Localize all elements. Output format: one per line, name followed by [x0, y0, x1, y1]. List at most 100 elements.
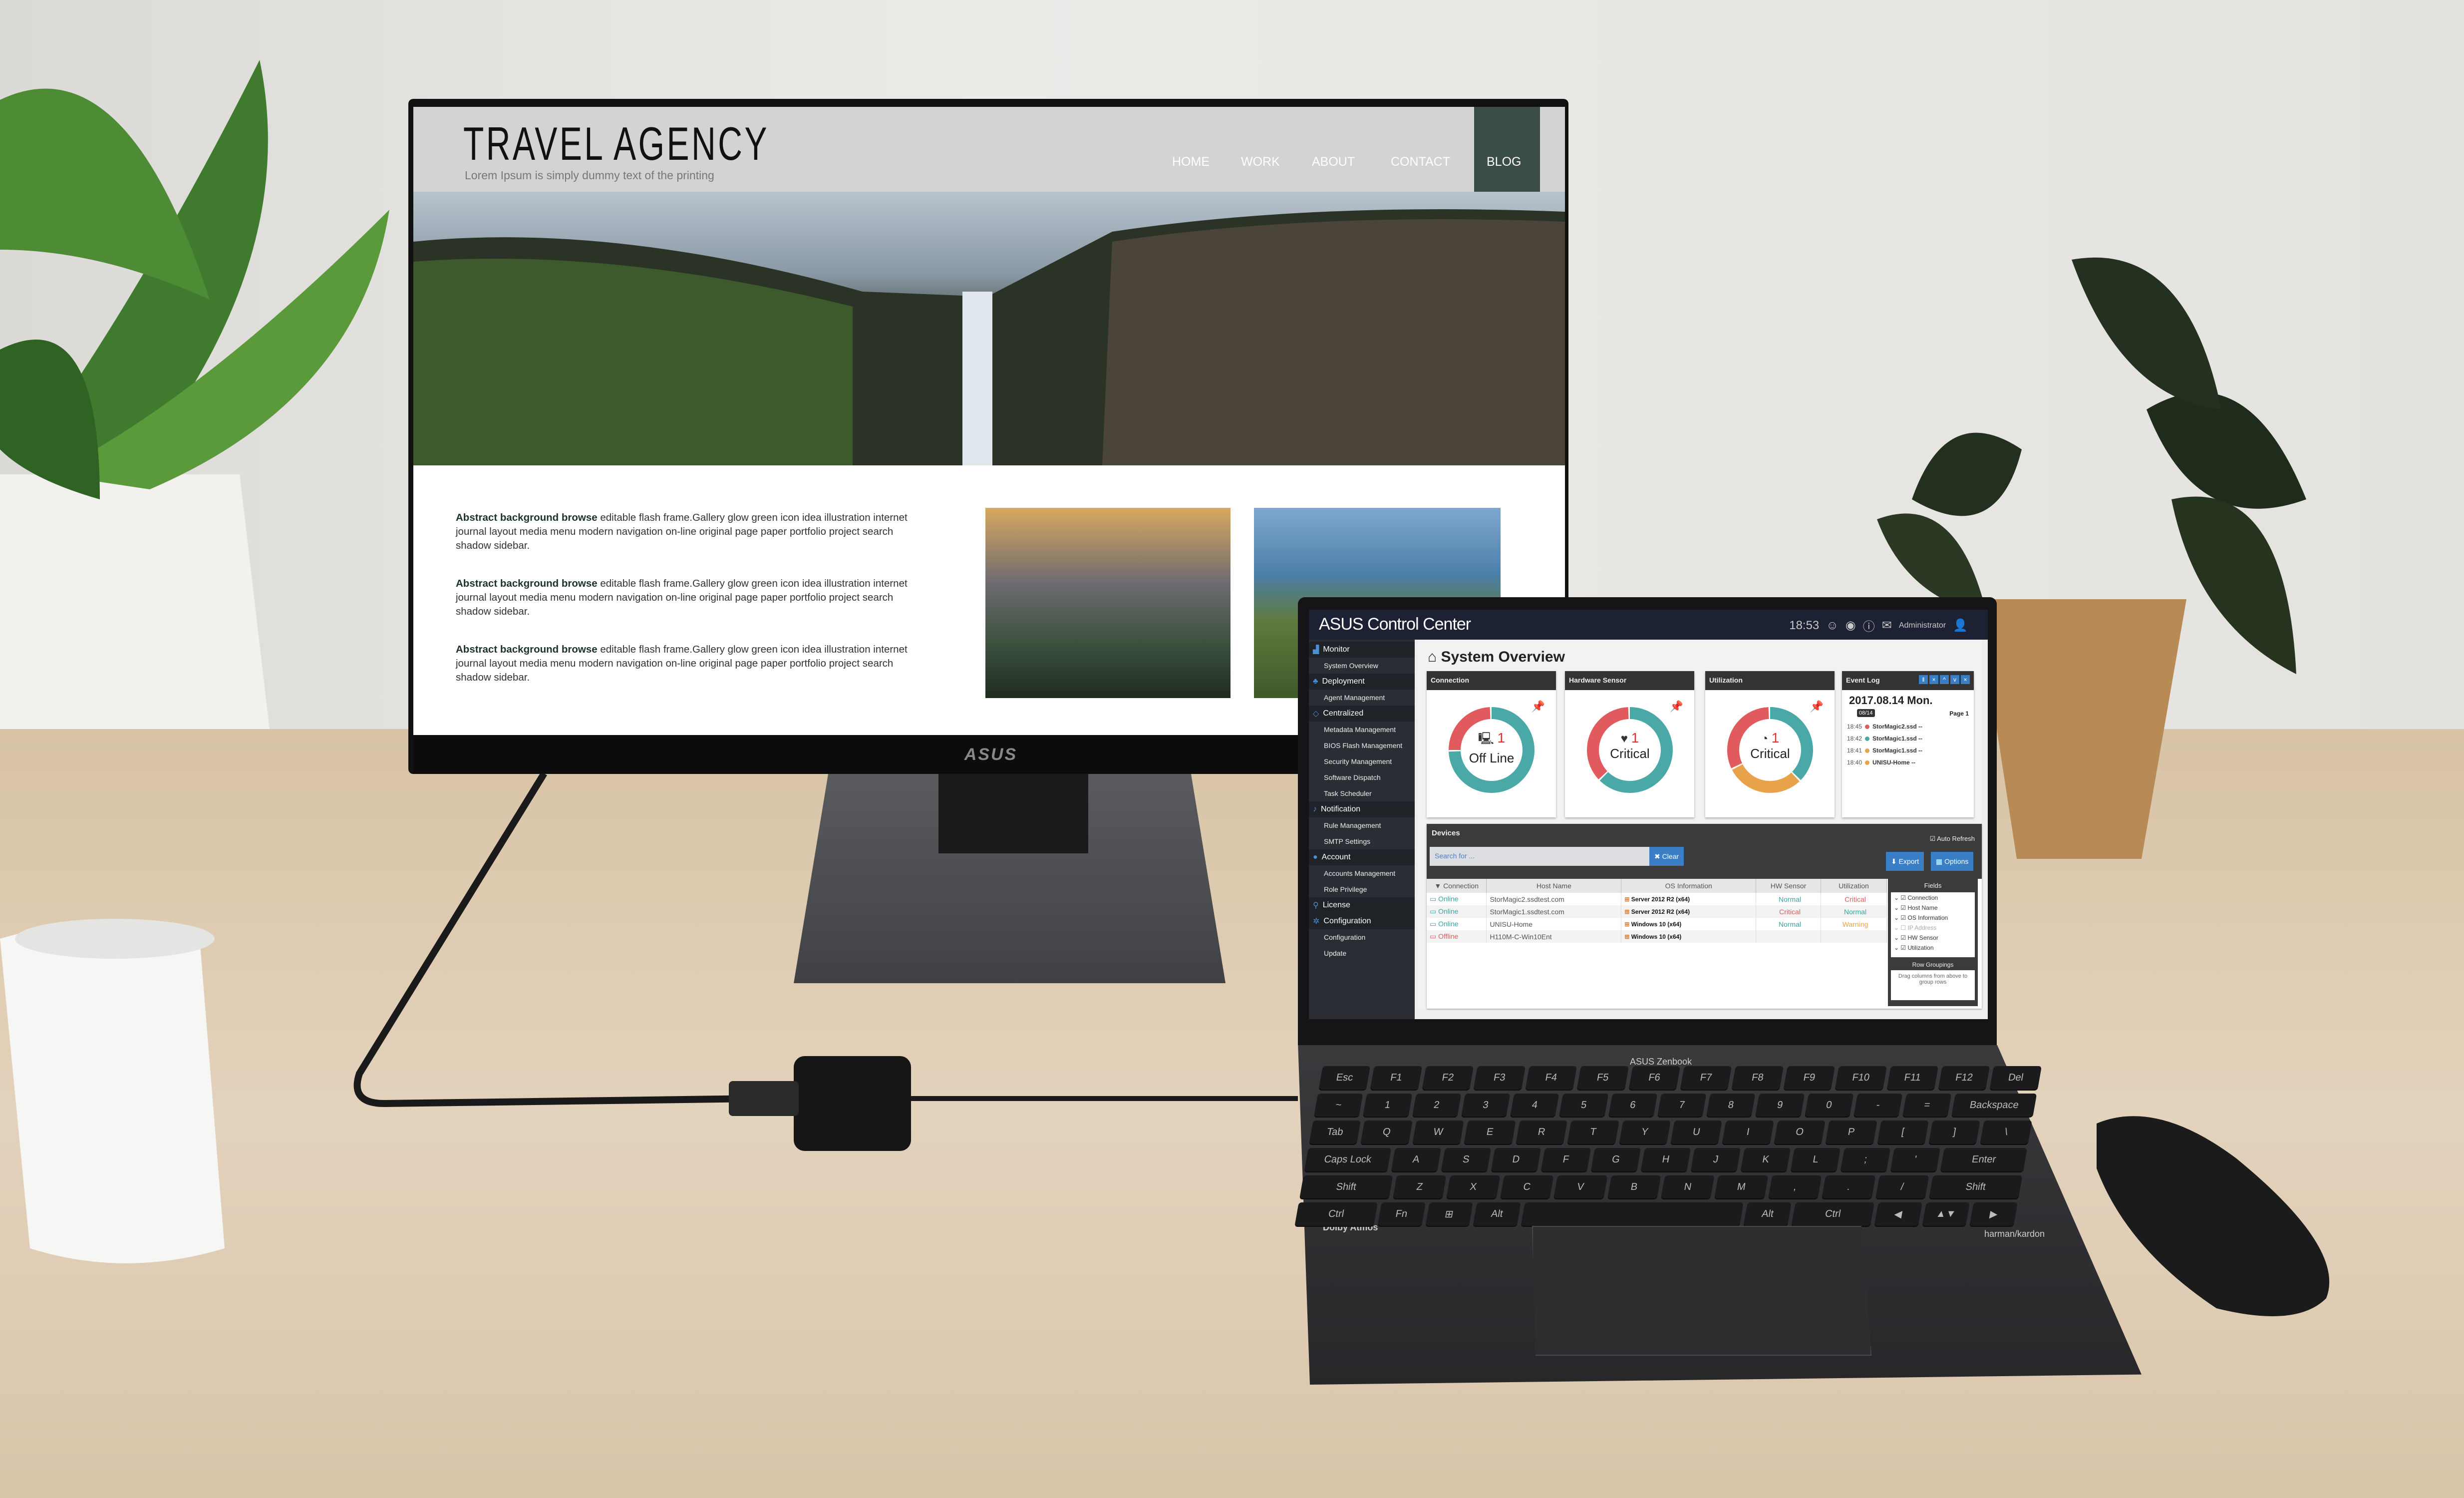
- key[interactable]: Alt: [1743, 1202, 1792, 1226]
- table-row[interactable]: ▭ Offline H110M-C-Win10Ent ⊞ Windows 10 (x…: [1427, 930, 1887, 943]
- status-card[interactable]: Utilization 📌 ◔ 1 Critical: [1705, 671, 1835, 817]
- key[interactable]: F8: [1732, 1066, 1784, 1090]
- sidebar-item[interactable]: Configuration: [1309, 929, 1415, 945]
- key[interactable]: Alt: [1473, 1202, 1521, 1226]
- chevron-up-icon[interactable]: ^: [1940, 675, 1949, 684]
- key[interactable]: J: [1690, 1148, 1741, 1171]
- key[interactable]: Y: [1619, 1121, 1671, 1144]
- key[interactable]: P: [1825, 1121, 1877, 1144]
- sidebar-item[interactable]: Security Management: [1309, 753, 1415, 769]
- key[interactable]: 2: [1412, 1093, 1462, 1117]
- pause-icon[interactable]: ‖: [1919, 675, 1928, 684]
- clear-button[interactable]: ✖ Clear: [1649, 847, 1684, 866]
- paragraph-lead[interactable]: Abstract background browse: [456, 578, 598, 589]
- key[interactable]: 9: [1755, 1093, 1805, 1117]
- key[interactable]: L: [1791, 1148, 1841, 1171]
- nav-contact[interactable]: CONTACT: [1391, 155, 1450, 169]
- key[interactable]: I: [1722, 1121, 1774, 1144]
- key[interactable]: 4: [1510, 1093, 1559, 1117]
- key[interactable]: F2: [1422, 1066, 1474, 1090]
- key[interactable]: [1521, 1202, 1744, 1226]
- event-log-entry[interactable]: 18:45 StorMagic2.ssd --: [1847, 723, 1922, 730]
- key[interactable]: Z: [1393, 1175, 1447, 1199]
- sidebar-item[interactable]: Metadata Management: [1309, 722, 1415, 738]
- key[interactable]: G: [1590, 1148, 1641, 1171]
- key[interactable]: F4: [1525, 1066, 1577, 1090]
- key[interactable]: ': [1890, 1148, 1941, 1171]
- key[interactable]: B: [1607, 1175, 1661, 1199]
- key[interactable]: ,: [1768, 1175, 1822, 1199]
- event-log-entry[interactable]: 18:40 UNISU-Home --: [1847, 759, 1915, 766]
- key[interactable]: F: [1540, 1148, 1591, 1171]
- event-log-entry[interactable]: 18:41 StorMagic1.ssd --: [1847, 747, 1922, 754]
- key[interactable]: 6: [1608, 1093, 1658, 1117]
- key[interactable]: W: [1412, 1121, 1464, 1144]
- auto-refresh-checkbox[interactable]: ☑ Auto Refresh: [1930, 835, 1975, 843]
- sidebar-item[interactable]: ♪ Notification: [1309, 801, 1415, 817]
- key[interactable]: 1: [1363, 1093, 1412, 1117]
- key[interactable]: F11: [1886, 1066, 1939, 1090]
- key[interactable]: F10: [1835, 1066, 1887, 1090]
- field-toggle[interactable]: ⌄ ☐ IP Address: [1894, 924, 1972, 934]
- sidebar-item[interactable]: BIOS Flash Management: [1309, 738, 1415, 753]
- status-card[interactable]: Hardware Sensor 📌 ♥ 1 Critical: [1565, 671, 1694, 817]
- key[interactable]: Enter: [1940, 1148, 2028, 1171]
- sidebar-item[interactable]: Software Dispatch: [1309, 769, 1415, 785]
- key[interactable]: ]: [1928, 1121, 1981, 1144]
- key[interactable]: -: [1853, 1093, 1903, 1117]
- sidebar-item[interactable]: SMTP Settings: [1309, 833, 1415, 849]
- key[interactable]: Q: [1360, 1121, 1413, 1144]
- table-row[interactable]: ▭ Online StorMagic2.ssdtest.com ⊞ Server 2…: [1427, 893, 1887, 905]
- key[interactable]: T: [1567, 1121, 1619, 1144]
- key[interactable]: F9: [1783, 1066, 1836, 1090]
- touchpad[interactable]: [1532, 1226, 1871, 1356]
- key[interactable]: 7: [1657, 1093, 1707, 1117]
- column-header[interactable]: OS Information: [1621, 879, 1757, 893]
- checkbox-checked-icon[interactable]: ⌄ ☑: [1894, 934, 1907, 941]
- nav-work[interactable]: WORK: [1241, 155, 1280, 169]
- key[interactable]: ⊞: [1425, 1202, 1474, 1226]
- key[interactable]: ;: [1841, 1148, 1891, 1171]
- checkbox-checked-icon[interactable]: ⌄ ☑: [1894, 904, 1907, 911]
- sidebar-item[interactable]: ◇ Centralized: [1309, 706, 1415, 722]
- key[interactable]: U: [1670, 1121, 1723, 1144]
- sidebar-item[interactable]: ● Account: [1309, 849, 1415, 865]
- key[interactable]: Ctrl: [1294, 1202, 1378, 1226]
- close-all-icon[interactable]: ×: [1929, 675, 1938, 684]
- event-log-entry[interactable]: 18:42 StorMagic1.ssd --: [1847, 735, 1922, 742]
- column-header[interactable]: HW Sensor: [1756, 879, 1822, 893]
- sidebar-item[interactable]: ✲ Configuration: [1309, 913, 1415, 929]
- sidebar-item[interactable]: ♣ Deployment: [1309, 674, 1415, 690]
- key[interactable]: ▲▼: [1922, 1202, 1970, 1226]
- close-icon[interactable]: ×: [1961, 675, 1970, 684]
- chevron-down-icon[interactable]: v: [1950, 675, 1959, 684]
- sidebar-item[interactable]: Task Scheduler: [1309, 785, 1415, 801]
- key[interactable]: 0: [1804, 1093, 1854, 1117]
- column-header[interactable]: Host Name: [1486, 879, 1622, 893]
- sidebar-item[interactable]: Accounts Management: [1309, 865, 1415, 881]
- key[interactable]: H: [1640, 1148, 1691, 1171]
- field-toggle[interactable]: ⌄ ☑ Utilization: [1894, 944, 1972, 954]
- user-name[interactable]: Administrator: [1899, 621, 1946, 630]
- options-button[interactable]: ▦ Options: [1931, 852, 1974, 871]
- sidebar-item[interactable]: ⚲ License: [1309, 897, 1415, 913]
- field-toggle[interactable]: ⌄ ☑ Host Name: [1894, 904, 1972, 914]
- key[interactable]: 8: [1706, 1093, 1756, 1117]
- key[interactable]: ▶: [1969, 1202, 2018, 1226]
- key[interactable]: Esc: [1318, 1066, 1371, 1090]
- nav-home[interactable]: HOME: [1172, 155, 1210, 169]
- key[interactable]: Shift: [1299, 1175, 1393, 1199]
- key[interactable]: M: [1714, 1175, 1769, 1199]
- key[interactable]: Fn: [1377, 1202, 1426, 1226]
- checkbox-unchecked-icon[interactable]: ⌄ ☐: [1894, 924, 1907, 931]
- nav-about[interactable]: ABOUT: [1312, 155, 1355, 169]
- table-row[interactable]: ▭ Online UNISU-Home ⊞ Windows 10 (x64) Norm…: [1427, 918, 1887, 930]
- key[interactable]: =: [1902, 1093, 1952, 1117]
- sidebar-item[interactable]: Rule Management: [1309, 817, 1415, 833]
- user-icon[interactable]: 👤: [1953, 618, 1968, 633]
- key[interactable]: A: [1391, 1148, 1441, 1171]
- key[interactable]: V: [1553, 1175, 1608, 1199]
- mail-icon[interactable]: ✉: [1882, 618, 1892, 633]
- key[interactable]: 3: [1461, 1093, 1511, 1117]
- sidebar-item[interactable]: Role Privilege: [1309, 881, 1415, 897]
